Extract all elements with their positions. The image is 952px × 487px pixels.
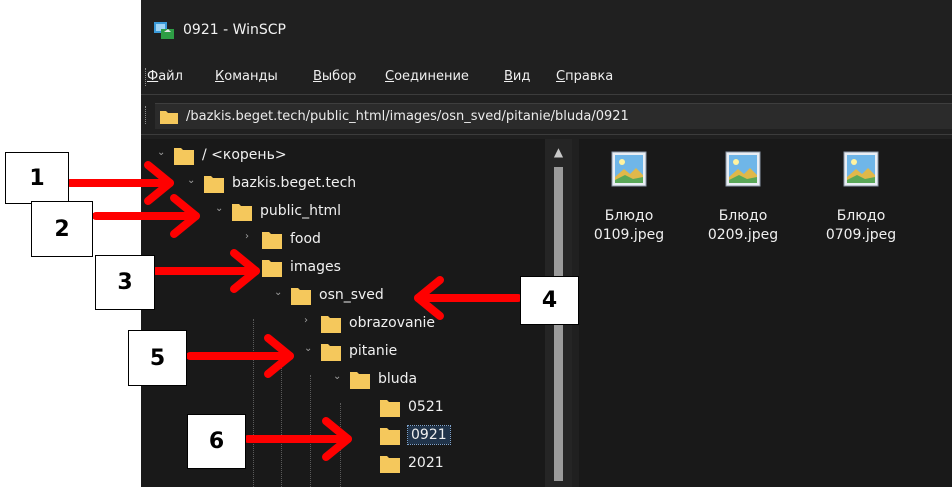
address-field[interactable]: /bazkis.beget.tech/public_html/images/os… xyxy=(155,103,952,129)
tree-item[interactable]: ⌄ pitanie xyxy=(141,339,545,365)
chevron-down-icon[interactable]: ⌄ xyxy=(245,260,255,270)
winscp-icon xyxy=(154,22,174,39)
chevron-up-icon[interactable]: ▲ xyxy=(551,146,566,158)
address-path: /bazkis.beget.tech/public_html/images/os… xyxy=(186,109,629,124)
tree-item[interactable]: ⌄ public_html xyxy=(141,199,545,225)
callout-4: 4 xyxy=(520,276,579,325)
file-name: Блюдо 0709.jpeg xyxy=(825,208,897,243)
menu-item[interactable]: Файл xyxy=(147,69,183,85)
tree-item[interactable]: › food xyxy=(141,227,545,253)
menu-item[interactable]: Вид xyxy=(504,69,530,85)
folder-icon xyxy=(291,288,311,305)
folder-icon xyxy=(262,260,282,277)
winscp-window: 0921 - WinSCP Файл Команды Выбор Соединение… xyxy=(141,0,952,487)
folder-icon xyxy=(160,111,178,124)
chevron-down-icon[interactable]: ⌄ xyxy=(187,176,197,186)
tree-item[interactable]: ⌄ bluda xyxy=(141,367,545,393)
address-grip[interactable] xyxy=(145,106,148,124)
menu-item[interactable]: Команды xyxy=(215,69,278,85)
menu-item[interactable]: Выбор xyxy=(313,69,356,85)
image-file-icon xyxy=(611,151,647,187)
tree-item-label: food xyxy=(290,231,321,247)
file-list: Блюдо 0109.jpeg Блюдо 0209.jpeg Блюдо 0709.jp… xyxy=(579,139,952,487)
folder-icon xyxy=(321,316,341,333)
callout-2: 2 xyxy=(31,201,93,257)
folder-icon xyxy=(380,428,400,445)
menu-item[interactable]: Соединение xyxy=(385,69,469,85)
callout-1: 1 xyxy=(5,152,69,204)
tree-item-label: 2021 xyxy=(408,455,444,471)
folder-icon xyxy=(380,400,400,417)
folder-icon xyxy=(232,204,252,221)
tree-item[interactable]: ⌄ bazkis.beget.tech xyxy=(141,171,545,197)
menu-separator xyxy=(141,94,952,95)
toolbar-separator xyxy=(141,134,952,135)
chevron-down-icon[interactable]: ⌄ xyxy=(304,344,314,354)
tree-item-label: pitanie xyxy=(349,343,398,359)
file-item[interactable]: Блюдо 0109.jpeg xyxy=(581,145,677,255)
tree-item-label: bluda xyxy=(378,371,418,387)
address-bar: /bazkis.beget.tech/public_html/images/os… xyxy=(141,101,952,130)
tree-item-label: images xyxy=(290,259,341,275)
menu-bar: Файл Команды Выбор Соединение Вид Справка xyxy=(141,64,952,90)
file-name: Блюдо 0109.jpeg xyxy=(593,208,665,243)
folder-icon xyxy=(350,372,370,389)
file-item[interactable]: Блюдо 0209.jpeg xyxy=(695,145,791,255)
chevron-right-icon[interactable]: › xyxy=(245,232,255,242)
callout-5: 5 xyxy=(128,330,187,386)
folder-icon xyxy=(262,232,282,249)
tree-item[interactable]: › obrazovanie xyxy=(141,311,545,337)
tree-item[interactable]: ⌄ / <корень> xyxy=(141,143,545,169)
file-item[interactable]: Блюдо 0709.jpeg xyxy=(813,145,909,255)
tree-item-label: osn_sved xyxy=(319,287,384,303)
folder-icon xyxy=(204,176,224,193)
callout-3: 3 xyxy=(95,255,155,310)
tree-item[interactable]: ⌄ osn_sved xyxy=(141,283,545,309)
title-bar: 0921 - WinSCP xyxy=(141,0,952,59)
tree-item-label: obrazovanie xyxy=(349,315,435,331)
folder-icon xyxy=(174,148,194,165)
tree-item-label: 0921 xyxy=(407,425,451,445)
tree-item[interactable]: ⌄ images xyxy=(141,255,545,281)
file-name: Блюдо 0209.jpeg xyxy=(707,208,779,243)
tree-item-label: / <корень> xyxy=(202,147,287,163)
window-title: 0921 - WinSCP xyxy=(183,22,286,38)
tree-item-label: 0521 xyxy=(408,399,444,415)
image-file-icon xyxy=(725,151,761,187)
image-file-icon xyxy=(843,151,879,187)
chevron-right-icon[interactable]: › xyxy=(304,316,314,326)
callout-6: 6 xyxy=(187,414,246,469)
chevron-down-icon[interactable]: ⌄ xyxy=(333,372,343,382)
folder-icon xyxy=(321,344,341,361)
chevron-down-icon[interactable]: ⌄ xyxy=(215,204,225,214)
folder-icon xyxy=(380,456,400,473)
tree-item-label: bazkis.beget.tech xyxy=(232,175,357,191)
menu-item[interactable]: Справка xyxy=(556,69,613,85)
chevron-down-icon[interactable]: ⌄ xyxy=(274,288,284,298)
tree-item-label: public_html xyxy=(260,203,342,219)
chevron-down-icon[interactable]: ⌄ xyxy=(157,148,167,158)
